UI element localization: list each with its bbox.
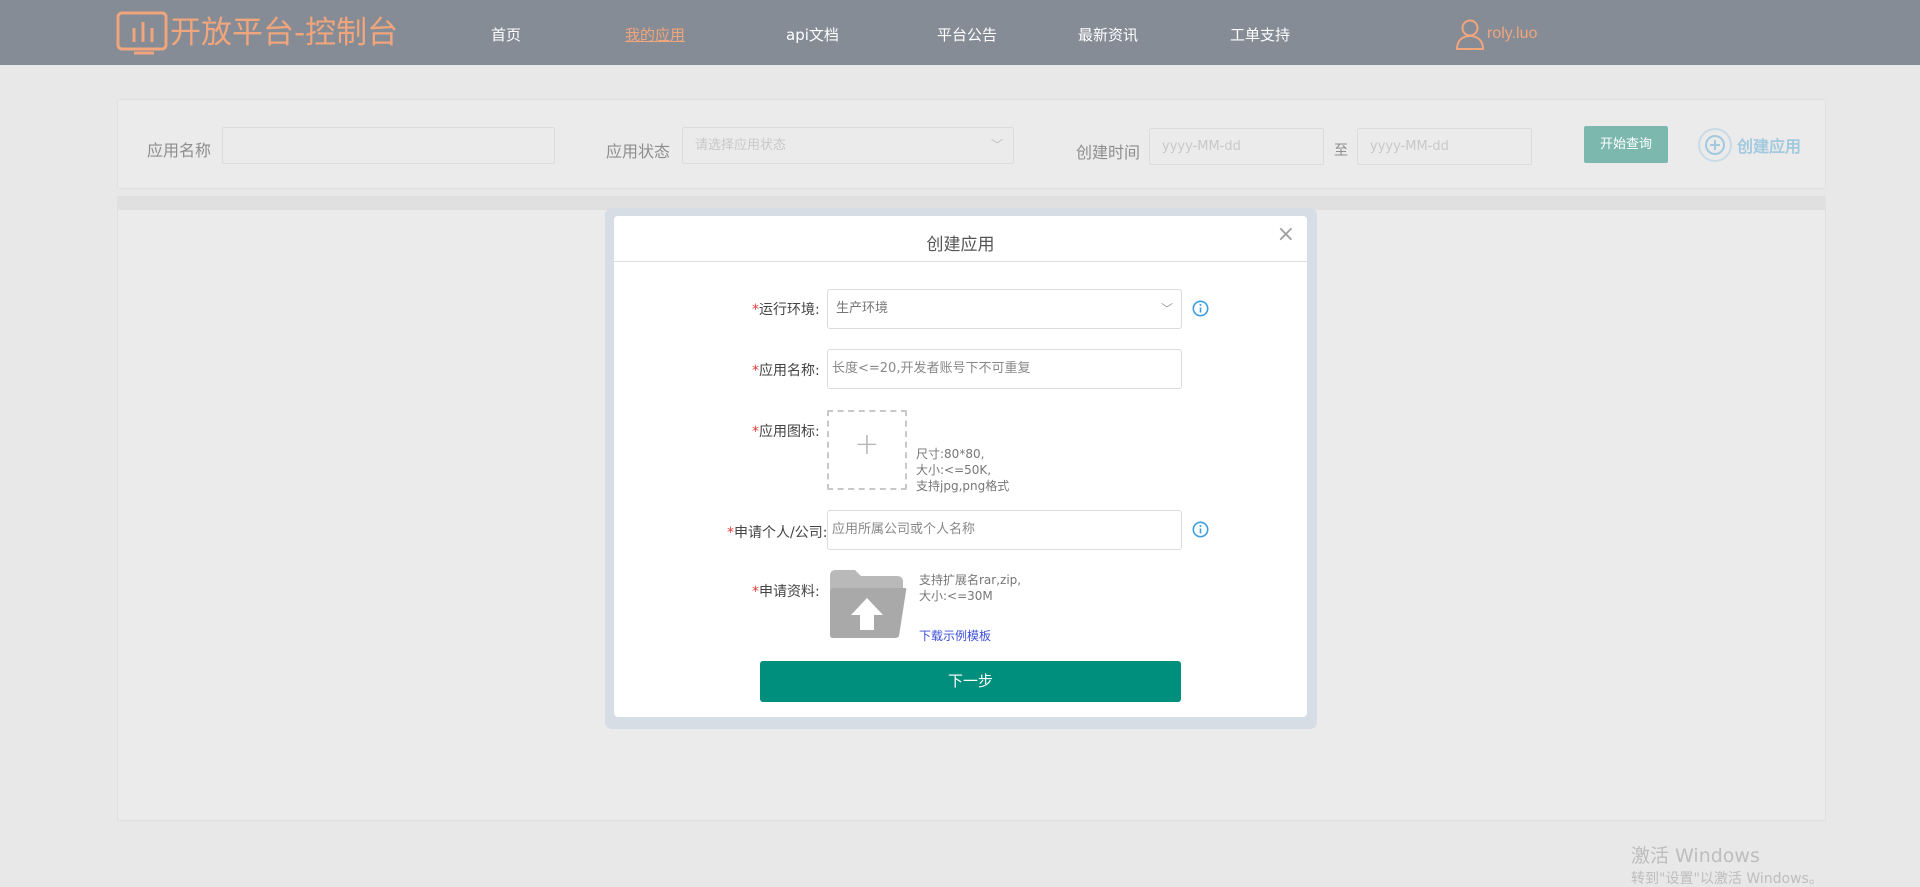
create-app-icon — [1698, 127, 1732, 162]
logo[interactable]: 开放平台-控制台 — [116, 10, 398, 56]
nav-api-docs[interactable]: api文档 — [786, 24, 839, 45]
user-icon — [1455, 19, 1485, 50]
username: roly.luo — [1487, 25, 1538, 42]
required-mark: * — [752, 424, 759, 440]
create-app-label: 创建应用 — [1737, 136, 1802, 156]
app-status-select[interactable]: 请选择应用状态 ﹀ — [682, 127, 1014, 164]
app-name-label: 应用名称 — [147, 141, 212, 160]
modal-header: 创建应用 × — [614, 216, 1307, 262]
app-name-input[interactable] — [222, 127, 555, 164]
env-value: 生产环境 — [836, 301, 889, 316]
modal-title: 创建应用 — [926, 235, 995, 255]
date-from-input[interactable]: yyyy-MM-dd — [1149, 128, 1324, 165]
icon-hint-size: 尺寸:80*80, — [916, 447, 985, 461]
applicant-label: *申请个人/公司: — [727, 525, 828, 541]
icon-hint-format: 支持jpg,png格式 — [916, 479, 1010, 493]
download-template-link[interactable]: 下载示例模板 — [919, 627, 991, 644]
app-icon-label: *应用图标: — [752, 424, 820, 440]
date-range-separator: 至 — [1334, 143, 1348, 159]
chevron-down-icon: ﹀ — [990, 138, 1003, 152]
icon-upload-box[interactable]: + — [827, 410, 907, 490]
material-label: *申请资料: — [752, 584, 820, 600]
required-mark: * — [752, 363, 759, 379]
app-status-placeholder: 请选择应用状态 — [695, 138, 787, 153]
env-select[interactable]: 生产环境 ﹀ — [827, 289, 1182, 329]
nav-announcements[interactable]: 平台公告 — [937, 24, 997, 45]
folder-upload-icon[interactable] — [827, 568, 907, 640]
required-mark: * — [752, 584, 759, 600]
create-app-button[interactable]: 创建应用 — [1697, 126, 1801, 163]
logo-title: 开放平台-控制台 — [170, 15, 399, 51]
material-hint-ext: 支持扩展名rar,zip, — [919, 573, 1022, 587]
material-hint-size: 大小:<=30M — [919, 589, 993, 603]
windows-activation-hint: 转到"设置"以激活 Windows。 — [1631, 871, 1823, 887]
info-icon[interactable] — [1192, 521, 1209, 538]
windows-activation-title: 激活 Windows — [1631, 845, 1760, 867]
env-label: *运行环境: — [752, 302, 820, 318]
required-mark: * — [752, 302, 759, 318]
nav-my-apps[interactable]: 我的应用 — [625, 24, 685, 45]
chart-monitor-icon — [116, 11, 168, 55]
plus-icon: + — [854, 427, 880, 462]
date-to-input[interactable]: yyyy-MM-dd — [1357, 128, 1532, 165]
applicant-input[interactable]: 应用所属公司或个人名称 — [827, 510, 1182, 550]
close-icon[interactable]: × — [1277, 224, 1295, 246]
top-navbar: 开放平台-控制台 首页 我的应用 api文档 平台公告 最新资讯 工单支持 ro… — [0, 0, 1920, 65]
next-step-button[interactable]: 下一步 — [760, 661, 1181, 702]
info-icon[interactable] — [1192, 300, 1209, 317]
app-status-label: 应用状态 — [606, 142, 671, 161]
icon-hint-filesize: 大小:<=50K, — [916, 463, 992, 477]
nav-ticket-support[interactable]: 工单支持 — [1230, 24, 1290, 45]
nav-latest-news[interactable]: 最新资讯 — [1078, 24, 1138, 45]
query-button[interactable]: 开始查询 — [1584, 126, 1668, 163]
created-time-label: 创建时间 — [1076, 143, 1141, 162]
modal-app-name-label: *应用名称: — [752, 363, 820, 379]
user-menu[interactable]: roly.luo — [1455, 18, 1537, 50]
chevron-down-icon: ﹀ — [1160, 302, 1173, 316]
required-mark: * — [727, 525, 734, 541]
modal-app-name-input[interactable]: 长度<=20,开发者账号下不可重复 — [827, 349, 1182, 389]
nav-home[interactable]: 首页 — [491, 24, 521, 45]
